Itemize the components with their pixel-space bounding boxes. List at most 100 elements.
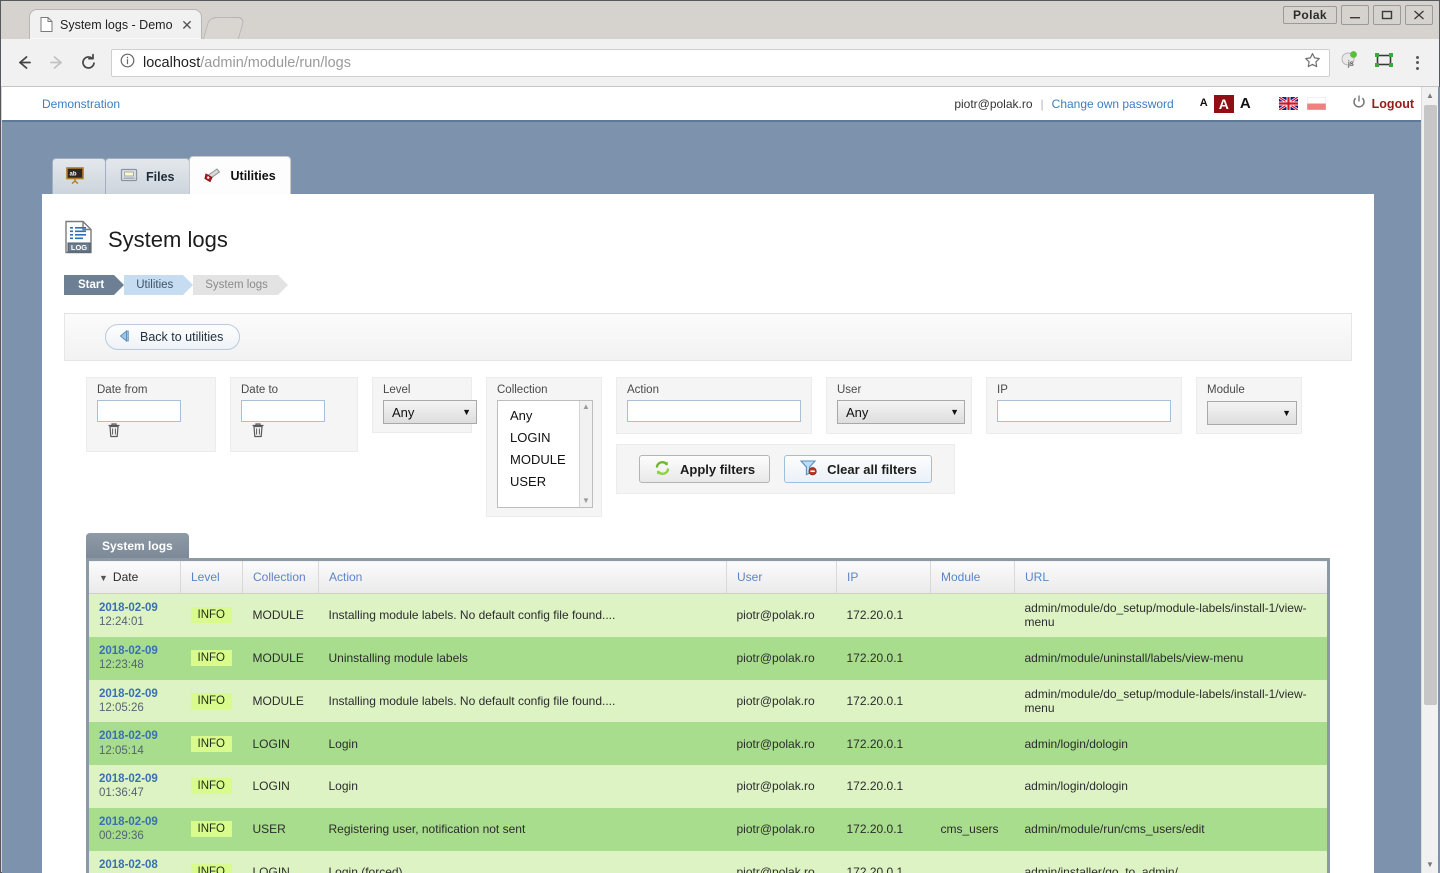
clear-filters-button[interactable]: Clear all filters xyxy=(784,455,932,483)
cell-url[interactable]: admin/module/uninstall/labels/view-menu xyxy=(1014,636,1329,680)
back-to-utilities-button[interactable]: Back to utilities xyxy=(105,324,241,350)
cell-user[interactable]: piotr@polak.ro xyxy=(726,765,837,808)
table-row[interactable]: 2018-02-09 12:23:48 INFO MODULE Uninstall… xyxy=(87,636,1329,680)
table-tab-system-logs[interactable]: System logs xyxy=(86,533,189,558)
action-input[interactable] xyxy=(627,400,801,422)
cell-ip[interactable]: 172.20.0.1 xyxy=(836,722,931,765)
font-size-small-button[interactable]: A xyxy=(1200,98,1208,109)
logout-label: Logout xyxy=(1371,96,1414,111)
level-badge: INFO xyxy=(190,650,232,667)
font-size-switcher: A A A xyxy=(1200,94,1251,113)
table-row[interactable]: 2018-02-09 12:05:26 INFO MODULE Installin… xyxy=(87,679,1329,723)
flag-en-icon[interactable] xyxy=(1278,97,1298,110)
page-scrollbar[interactable]: ▲ ▼ xyxy=(1421,87,1438,873)
scroll-down-icon[interactable]: ▼ xyxy=(582,497,590,505)
cell-user[interactable]: piotr@polak.ro xyxy=(726,850,837,873)
minimize-icon[interactable] xyxy=(1341,5,1369,25)
cell-user[interactable]: piotr@polak.ro xyxy=(726,722,837,765)
breadcrumb-item-start[interactable]: Start xyxy=(64,275,125,295)
tab-utilities[interactable]: Utilities xyxy=(188,156,291,194)
trash-icon[interactable] xyxy=(107,422,121,443)
collection-option-any[interactable]: Any xyxy=(510,405,579,427)
ip-input[interactable] xyxy=(997,400,1171,422)
reload-icon[interactable] xyxy=(73,48,103,78)
back-icon[interactable] xyxy=(9,48,39,78)
cell-ip[interactable]: 172.20.0.1 xyxy=(836,765,931,808)
table-row[interactable]: 2018-02-09 12:05:14 INFO LOGIN Login piot… xyxy=(87,722,1329,765)
app-header: Demonstration piotr@polak.ro | Change ow… xyxy=(2,87,1424,122)
cell-url[interactable]: admin/module/do_setup/module-labels/inst… xyxy=(1014,593,1329,637)
column-header-level[interactable]: Level xyxy=(180,559,243,594)
site-link[interactable]: Demonstration xyxy=(42,97,120,111)
cell-ip[interactable]: 172.20.0.1 xyxy=(836,636,931,680)
screenshot-extension-icon[interactable] xyxy=(1374,50,1394,75)
browser-tabstrip: System logs - Demonstr ✕ xyxy=(29,5,246,39)
cell-date: 2018-02-0823:38:22 xyxy=(87,850,181,873)
row-date: 2018-02-09 xyxy=(99,644,158,657)
column-header-date[interactable]: ▼ Date xyxy=(87,559,181,594)
flag-pl-icon[interactable] xyxy=(1306,97,1326,110)
cell-ip[interactable]: 172.20.0.1 xyxy=(836,593,931,637)
maximize-icon[interactable] xyxy=(1373,5,1401,25)
tab-files[interactable]: Files xyxy=(105,158,190,194)
close-window-icon[interactable] xyxy=(1405,5,1433,25)
new-tab-button[interactable] xyxy=(202,17,246,39)
date-to-input[interactable] xyxy=(241,400,325,422)
close-icon[interactable]: ✕ xyxy=(179,17,195,33)
cell-url[interactable]: admin/login/dologin xyxy=(1014,722,1329,765)
module-select[interactable]: ▼ xyxy=(1207,401,1297,425)
cell-ip[interactable]: 172.20.0.1 xyxy=(836,807,931,851)
collection-option-login[interactable]: LOGIN xyxy=(510,427,579,449)
row-time: 12:05:14 xyxy=(99,744,144,757)
table-row[interactable]: 2018-02-09 01:36:47 INFO LOGIN Login piot… xyxy=(87,765,1329,808)
page-info-icon[interactable] xyxy=(120,53,135,73)
bookmark-star-icon[interactable] xyxy=(1304,52,1321,74)
cell-url[interactable]: admin/module/do_setup/module-labels/inst… xyxy=(1014,679,1329,723)
cell-user[interactable]: piotr@polak.ro xyxy=(726,636,837,680)
cell-user[interactable]: piotr@polak.ro xyxy=(726,593,837,637)
table-row[interactable]: 2018-02-09 12:24:01 INFO MODULE Installin… xyxy=(87,593,1329,637)
collection-listbox[interactable]: Any LOGIN MODULE USER ▲ ▼ xyxy=(497,400,593,508)
column-header-user[interactable]: User xyxy=(726,559,837,594)
scrollbar-thumb[interactable] xyxy=(1424,105,1437,705)
column-header-action[interactable]: Action xyxy=(318,559,727,594)
javascript-extension-icon[interactable]: js xyxy=(1340,50,1360,75)
cell-url[interactable]: admin/login/dologin xyxy=(1014,765,1329,808)
level-select[interactable]: Any ▼ xyxy=(383,400,477,424)
scroll-up-icon[interactable]: ▲ xyxy=(582,403,590,411)
header-separator: | xyxy=(1040,96,1044,111)
cell-user[interactable]: piotr@polak.ro xyxy=(726,807,837,851)
cell-module xyxy=(930,636,1015,680)
cell-ip[interactable]: 172.20.0.1 xyxy=(836,850,931,873)
logs-table-section: System logs ▼ Date Level Collection Acti… xyxy=(64,533,1352,873)
column-header-collection[interactable]: Collection xyxy=(242,559,319,594)
collection-listbox-scrollbar[interactable]: ▲ ▼ xyxy=(579,401,592,507)
svg-text:ab: ab xyxy=(70,171,77,177)
scroll-up-icon[interactable]: ▲ xyxy=(1422,87,1438,104)
breadcrumb-item-utilities[interactable]: Utilities xyxy=(124,275,194,295)
tab-dashboard[interactable]: ab xyxy=(52,158,106,194)
cell-ip[interactable]: 172.20.0.1 xyxy=(836,679,931,723)
column-header-module[interactable]: Module xyxy=(930,559,1015,594)
table-row[interactable]: 2018-02-09 00:29:36 INFO USER Registering… xyxy=(87,807,1329,851)
trash-icon[interactable] xyxy=(251,422,265,443)
column-header-url[interactable]: URL xyxy=(1014,559,1329,594)
cell-user[interactable]: piotr@polak.ro xyxy=(726,679,837,723)
change-password-link[interactable]: Change own password xyxy=(1052,97,1174,111)
collection-option-module[interactable]: MODULE xyxy=(510,449,579,471)
font-size-large-button[interactable]: A xyxy=(1240,96,1251,111)
user-select[interactable]: Any ▼ xyxy=(837,400,965,424)
browser-menu-icon[interactable] xyxy=(1408,55,1427,70)
collection-option-user[interactable]: USER xyxy=(510,471,579,493)
cell-url[interactable]: admin/module/run/cms_users/edit xyxy=(1014,807,1329,851)
apply-filters-button[interactable]: Apply filters xyxy=(639,455,771,483)
column-header-ip[interactable]: IP xyxy=(836,559,931,594)
scroll-down-icon[interactable]: ▼ xyxy=(1422,856,1438,873)
cell-url[interactable]: admin/installer/go_to_admin/ xyxy=(1014,850,1329,873)
table-row[interactable]: 2018-02-0823:38:22 INFO LOGIN Login (for… xyxy=(87,850,1329,873)
address-bar[interactable]: localhost/admin/module/run/logs xyxy=(111,48,1330,77)
date-from-input[interactable] xyxy=(97,400,181,422)
font-size-medium-button[interactable]: A xyxy=(1213,94,1234,113)
logout-button[interactable]: Logout xyxy=(1352,95,1414,112)
browser-tab[interactable]: System logs - Demonstr ✕ xyxy=(29,9,202,39)
